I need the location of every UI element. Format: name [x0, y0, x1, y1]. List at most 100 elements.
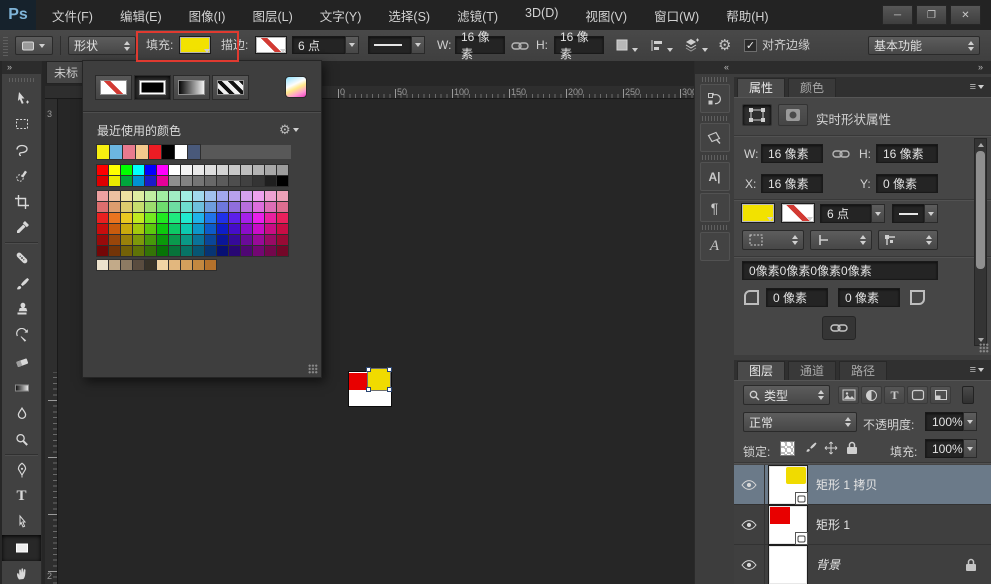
- vertical-ruler[interactable]: 3 2: [45, 99, 58, 584]
- color-swatch[interactable]: [253, 176, 264, 186]
- dock-expand-bar[interactable]: «: [695, 61, 734, 74]
- filter-smart-objects-button[interactable]: [930, 386, 951, 404]
- color-swatch[interactable]: [277, 224, 288, 234]
- tab-layers[interactable]: 图层: [737, 361, 785, 380]
- tab-color[interactable]: 颜色: [788, 78, 836, 97]
- color-swatch[interactable]: [181, 246, 192, 256]
- color-swatch[interactable]: [193, 260, 204, 270]
- link-dimensions-icon[interactable]: [832, 149, 850, 159]
- color-swatch[interactable]: [217, 235, 228, 245]
- color-swatch[interactable]: [149, 145, 161, 159]
- color-swatch[interactable]: [253, 213, 264, 223]
- color-swatch[interactable]: [205, 202, 216, 212]
- menu-type[interactable]: 文字(Y): [320, 6, 362, 25]
- color-swatch[interactable]: [133, 176, 144, 186]
- marquee-tool[interactable]: [2, 111, 41, 137]
- color-swatch[interactable]: [205, 260, 216, 270]
- stroke-caps-dropdown[interactable]: [810, 230, 872, 250]
- panel-resize-grip[interactable]: [979, 343, 989, 353]
- document-tab[interactable]: 未标: [46, 61, 84, 84]
- color-swatch[interactable]: [217, 246, 228, 256]
- color-swatch[interactable]: [133, 246, 144, 256]
- toolbar-collapse-bar[interactable]: »: [2, 61, 41, 74]
- align-edges-checkbox[interactable]: ✓: [744, 39, 757, 52]
- color-swatch[interactable]: [175, 145, 187, 159]
- corner-radius-right-field[interactable]: 0 像素: [838, 288, 900, 307]
- color-swatch[interactable]: [253, 246, 264, 256]
- color-swatch[interactable]: [133, 213, 144, 223]
- color-swatch[interactable]: [97, 191, 108, 201]
- color-swatch[interactable]: [265, 202, 276, 212]
- color-swatch[interactable]: [109, 260, 120, 270]
- properties-panel-menu[interactable]: ≡: [970, 77, 984, 97]
- color-swatch[interactable]: [157, 165, 168, 175]
- color-swatch[interactable]: [133, 191, 144, 201]
- link-radii-button[interactable]: [822, 316, 856, 340]
- color-swatch[interactable]: [121, 165, 132, 175]
- pattern-button[interactable]: [212, 75, 249, 100]
- color-swatch[interactable]: [169, 202, 180, 212]
- workspace-dropdown[interactable]: 基本功能: [868, 36, 980, 55]
- scroll-down-button[interactable]: [977, 336, 984, 343]
- color-swatch[interactable]: [205, 213, 216, 223]
- color-swatch[interactable]: [193, 235, 204, 245]
- menu-select[interactable]: 选择(S): [388, 6, 430, 25]
- color-swatch[interactable]: [181, 224, 192, 234]
- color-swatch[interactable]: [121, 213, 132, 223]
- notes-panel-button[interactable]: [700, 123, 730, 152]
- color-swatch[interactable]: [188, 145, 200, 159]
- color-swatch[interactable]: [229, 246, 240, 256]
- color-swatch[interactable]: [217, 176, 228, 186]
- layer-thumbnail[interactable]: [770, 547, 806, 583]
- color-swatch[interactable]: [109, 191, 120, 201]
- dock-grip[interactable]: [702, 225, 727, 230]
- rectangle-tool[interactable]: [2, 535, 41, 561]
- corner-radius-left-field[interactable]: 0 像素: [766, 288, 828, 307]
- menu-view[interactable]: 视图(V): [585, 6, 627, 25]
- color-swatch[interactable]: [169, 176, 180, 186]
- color-swatch[interactable]: [109, 165, 120, 175]
- filter-adjustment-layers-button[interactable]: [861, 386, 882, 404]
- color-swatch[interactable]: [241, 202, 252, 212]
- panel-resize-grip[interactable]: [308, 364, 318, 374]
- color-swatch[interactable]: [277, 165, 288, 175]
- color-swatch[interactable]: [145, 176, 156, 186]
- blur-tool[interactable]: [2, 401, 41, 427]
- clone-stamp-tool[interactable]: [2, 297, 41, 323]
- live-shape-properties-button[interactable]: [742, 104, 772, 126]
- link-dimensions-icon[interactable]: [511, 41, 529, 51]
- menu-3d[interactable]: 3D(D): [525, 6, 558, 25]
- color-swatch[interactable]: [253, 165, 264, 175]
- color-swatch[interactable]: [181, 235, 192, 245]
- width-field[interactable]: 16 像素: [455, 36, 505, 54]
- stroke-width-dropdown-button[interactable]: [345, 36, 359, 54]
- character-panel-button[interactable]: A|: [700, 162, 730, 191]
- color-swatch[interactable]: [121, 176, 132, 186]
- prop-stroke-width-dropdown[interactable]: [871, 204, 885, 223]
- color-swatch[interactable]: [121, 202, 132, 212]
- color-swatch[interactable]: [193, 202, 204, 212]
- menu-edit[interactable]: 编辑(E): [120, 6, 162, 25]
- color-swatch[interactable]: [97, 165, 108, 175]
- color-swatch[interactable]: [217, 202, 228, 212]
- gradient-tool[interactable]: [2, 375, 41, 401]
- menu-file[interactable]: 文件(F): [52, 6, 93, 25]
- visibility-cell[interactable]: [734, 465, 765, 504]
- color-swatch[interactable]: [181, 165, 192, 175]
- color-swatch[interactable]: [265, 176, 276, 186]
- color-swatch[interactable]: [181, 213, 192, 223]
- healing-brush-tool[interactable]: [2, 245, 41, 271]
- color-swatch[interactable]: [157, 224, 168, 234]
- color-swatch[interactable]: [121, 191, 132, 201]
- color-swatch[interactable]: [229, 224, 240, 234]
- lasso-tool[interactable]: [2, 137, 41, 163]
- layer-row-rectangle-1-copy[interactable]: 矩形 1 拷贝: [734, 465, 991, 505]
- prop-stroke-style-dropdown-button[interactable]: [924, 204, 938, 223]
- visibility-cell[interactable]: [734, 505, 765, 544]
- properties-scrollbar[interactable]: [974, 138, 987, 346]
- color-swatch[interactable]: [217, 224, 228, 234]
- color-swatch[interactable]: [241, 176, 252, 186]
- color-picker-button[interactable]: [286, 77, 306, 97]
- color-swatch[interactable]: [277, 191, 288, 201]
- lock-all-button[interactable]: [846, 441, 858, 455]
